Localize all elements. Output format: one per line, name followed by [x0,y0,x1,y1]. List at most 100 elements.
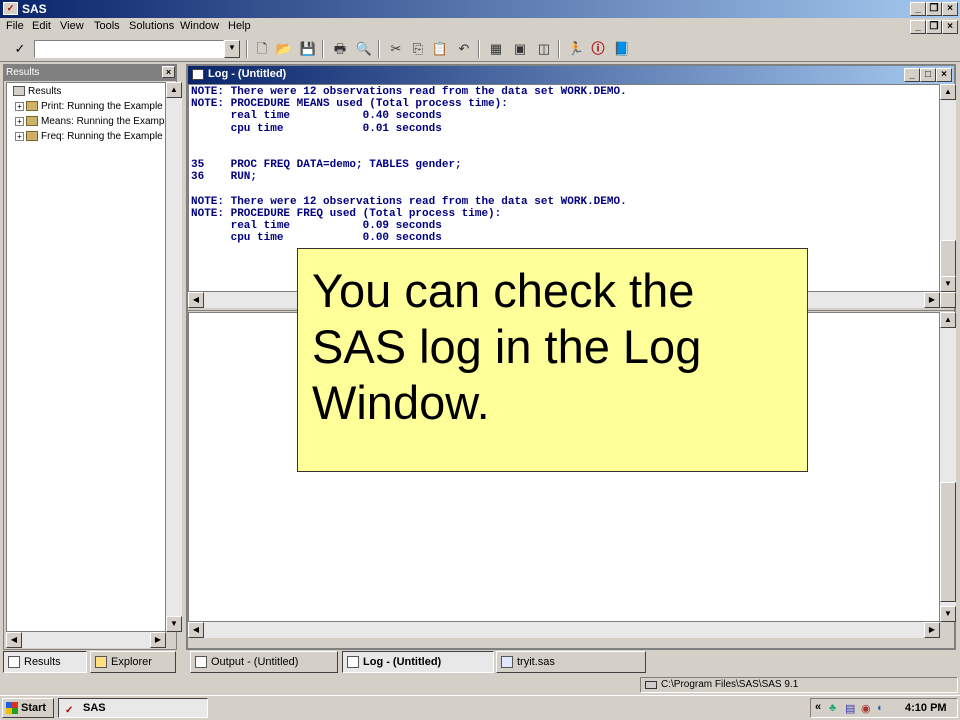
command-box[interactable] [34,40,224,58]
paste-icon[interactable]: 📋 [430,39,450,59]
menu-file[interactable]: File [6,20,24,32]
tab-results[interactable]: Results [3,651,87,673]
lower-hscroll[interactable]: ◀ ▶ [188,622,940,638]
tree-item-label: Freq: Running the Example [41,131,163,142]
results-root-icon [13,86,25,97]
app-title-bar: ✓ SAS _ ❐ × [0,0,960,18]
minimize-icon[interactable]: _ [910,2,926,16]
start-label: Start [21,702,47,714]
start-button[interactable]: Start [2,698,54,718]
menu-solutions[interactable]: Solutions [129,20,174,32]
scroll-down-icon[interactable]: ▼ [940,276,956,292]
scroll-up-icon[interactable]: ▲ [940,312,956,328]
scroll-right-icon[interactable]: ▶ [924,622,940,638]
help-book-icon[interactable]: 📘 [612,39,632,59]
scroll-left-icon[interactable]: ◀ [188,622,204,638]
scroll-left-icon[interactable]: ◀ [188,292,204,308]
results-root[interactable]: Results [13,85,61,99]
tray-alert-icon[interactable]: ◉ [861,702,871,715]
results-panel: Results × Results + Print: Running the Ex… [3,64,182,650]
scroll-right-icon[interactable]: ▶ [150,632,166,648]
tree-item-label: Means: Running the Examp [41,116,165,127]
close-icon[interactable]: × [942,2,958,16]
sas-task-icon: ✓ [65,705,74,716]
taskbar-clock[interactable]: 4:10 PM [905,702,947,714]
drive-icon [645,681,657,689]
size-grip[interactable] [940,292,956,308]
undo-icon[interactable]: ↶ [454,39,474,59]
tree-item-freq[interactable]: + Freq: Running the Example [15,130,163,144]
results-vscroll[interactable]: ▲ ▼ [166,82,182,632]
menu-tools[interactable]: Tools [94,20,120,32]
tree-item-print[interactable]: + Print: Running the Example [15,100,163,114]
libraries-icon[interactable]: ▦ [486,39,506,59]
restore-icon[interactable]: ❐ [926,2,942,16]
scroll-thumb[interactable] [940,240,956,280]
results-hscroll[interactable]: ◀ ▶ [6,632,166,648]
scroll-up-icon[interactable]: ▲ [166,82,182,98]
results-panel-header: Results × [4,65,176,81]
copy-icon[interactable]: ⎘ [408,39,428,59]
results-close-icon[interactable]: × [162,66,175,78]
explorer-tab-icon [95,656,107,668]
print-preview-icon[interactable]: 🔍 [354,39,374,59]
save-icon[interactable]: 💾 [298,39,318,59]
tab-log[interactable]: Log - (Untitled) [342,651,494,673]
tab-explorer[interactable]: Explorer [90,651,176,673]
results-tab-icon [8,656,20,668]
scroll-left-icon[interactable]: ◀ [6,632,22,648]
results-tree: Results + Print: Running the Example + Mea… [6,82,166,632]
command-dropdown-icon[interactable]: ▼ [224,40,240,58]
explorer-icon[interactable]: ▣ [510,39,530,59]
tray-network-icon[interactable]: ▤ [845,702,855,715]
open-icon[interactable]: 📂 [274,39,294,59]
tray-app-icon[interactable]: ♣ [829,702,836,714]
log-minimize-icon[interactable]: _ [904,68,920,82]
menu-window[interactable]: Window [180,20,219,32]
scroll-down-icon[interactable]: ▼ [166,616,182,632]
scroll-up-icon[interactable]: ▲ [940,84,956,100]
submit-check-icon[interactable]: ✓ [10,39,30,59]
lower-vscroll[interactable]: ▲ ▼ [940,312,956,622]
break-icon[interactable]: ⓘ [588,39,608,59]
expand-icon[interactable]: + [15,116,24,126]
tree-item-means[interactable]: + Means: Running the Examp [15,115,164,129]
log-window-title: Log - (Untitled) [208,68,287,80]
folder-icon [26,131,38,142]
results-icon[interactable]: ◫ [534,39,554,59]
child-close-icon[interactable]: × [942,20,958,34]
menu-view[interactable]: View [60,20,84,32]
cut-icon[interactable]: ✂ [386,39,406,59]
windows-logo-icon [6,702,18,714]
tray-expand-icon[interactable]: « [815,701,821,713]
new-icon[interactable]: 🗋 [252,39,272,59]
scroll-thumb[interactable] [940,482,956,602]
run-icon[interactable]: 🏃 [566,39,586,59]
log-tab-icon [347,656,359,668]
log-vscroll[interactable]: ▲ ▼ [940,84,956,292]
expand-icon[interactable]: + [15,101,24,111]
toolbar-separator [378,40,380,58]
scroll-right-icon[interactable]: ▶ [924,292,940,308]
expand-icon[interactable]: + [15,131,24,141]
log-window-title-bar: Log - (Untitled) _ □ × [188,66,954,84]
menu-edit[interactable]: Edit [32,20,51,32]
status-bar: C:\Program Files\SAS\SAS 9.1 [0,675,960,695]
taskbar-sas-button[interactable]: ✓ SAS [58,698,208,718]
toolbar-separator [246,40,248,58]
log-close-icon[interactable]: × [936,68,952,82]
tray-volume-icon[interactable]: ◐ [877,702,884,714]
callout-text: You can check the SAS log in the Log Win… [312,264,702,429]
tree-item-label: Print: Running the Example [41,101,163,112]
print-icon[interactable]: 🖶 [330,39,350,59]
child-restore-icon[interactable]: ❐ [926,20,942,34]
tab-output[interactable]: Output - (Untitled) [190,651,338,673]
log-maximize-icon[interactable]: □ [920,68,936,82]
log-text: NOTE: There were 12 observations read fr… [191,86,627,245]
child-minimize-icon[interactable]: _ [910,20,926,34]
status-path: C:\Program Files\SAS\SAS 9.1 [661,679,799,690]
menu-help[interactable]: Help [228,20,251,32]
tab-editor[interactable]: tryit.sas [496,651,646,673]
scroll-down-icon[interactable]: ▼ [940,606,956,622]
folder-icon [26,116,38,127]
